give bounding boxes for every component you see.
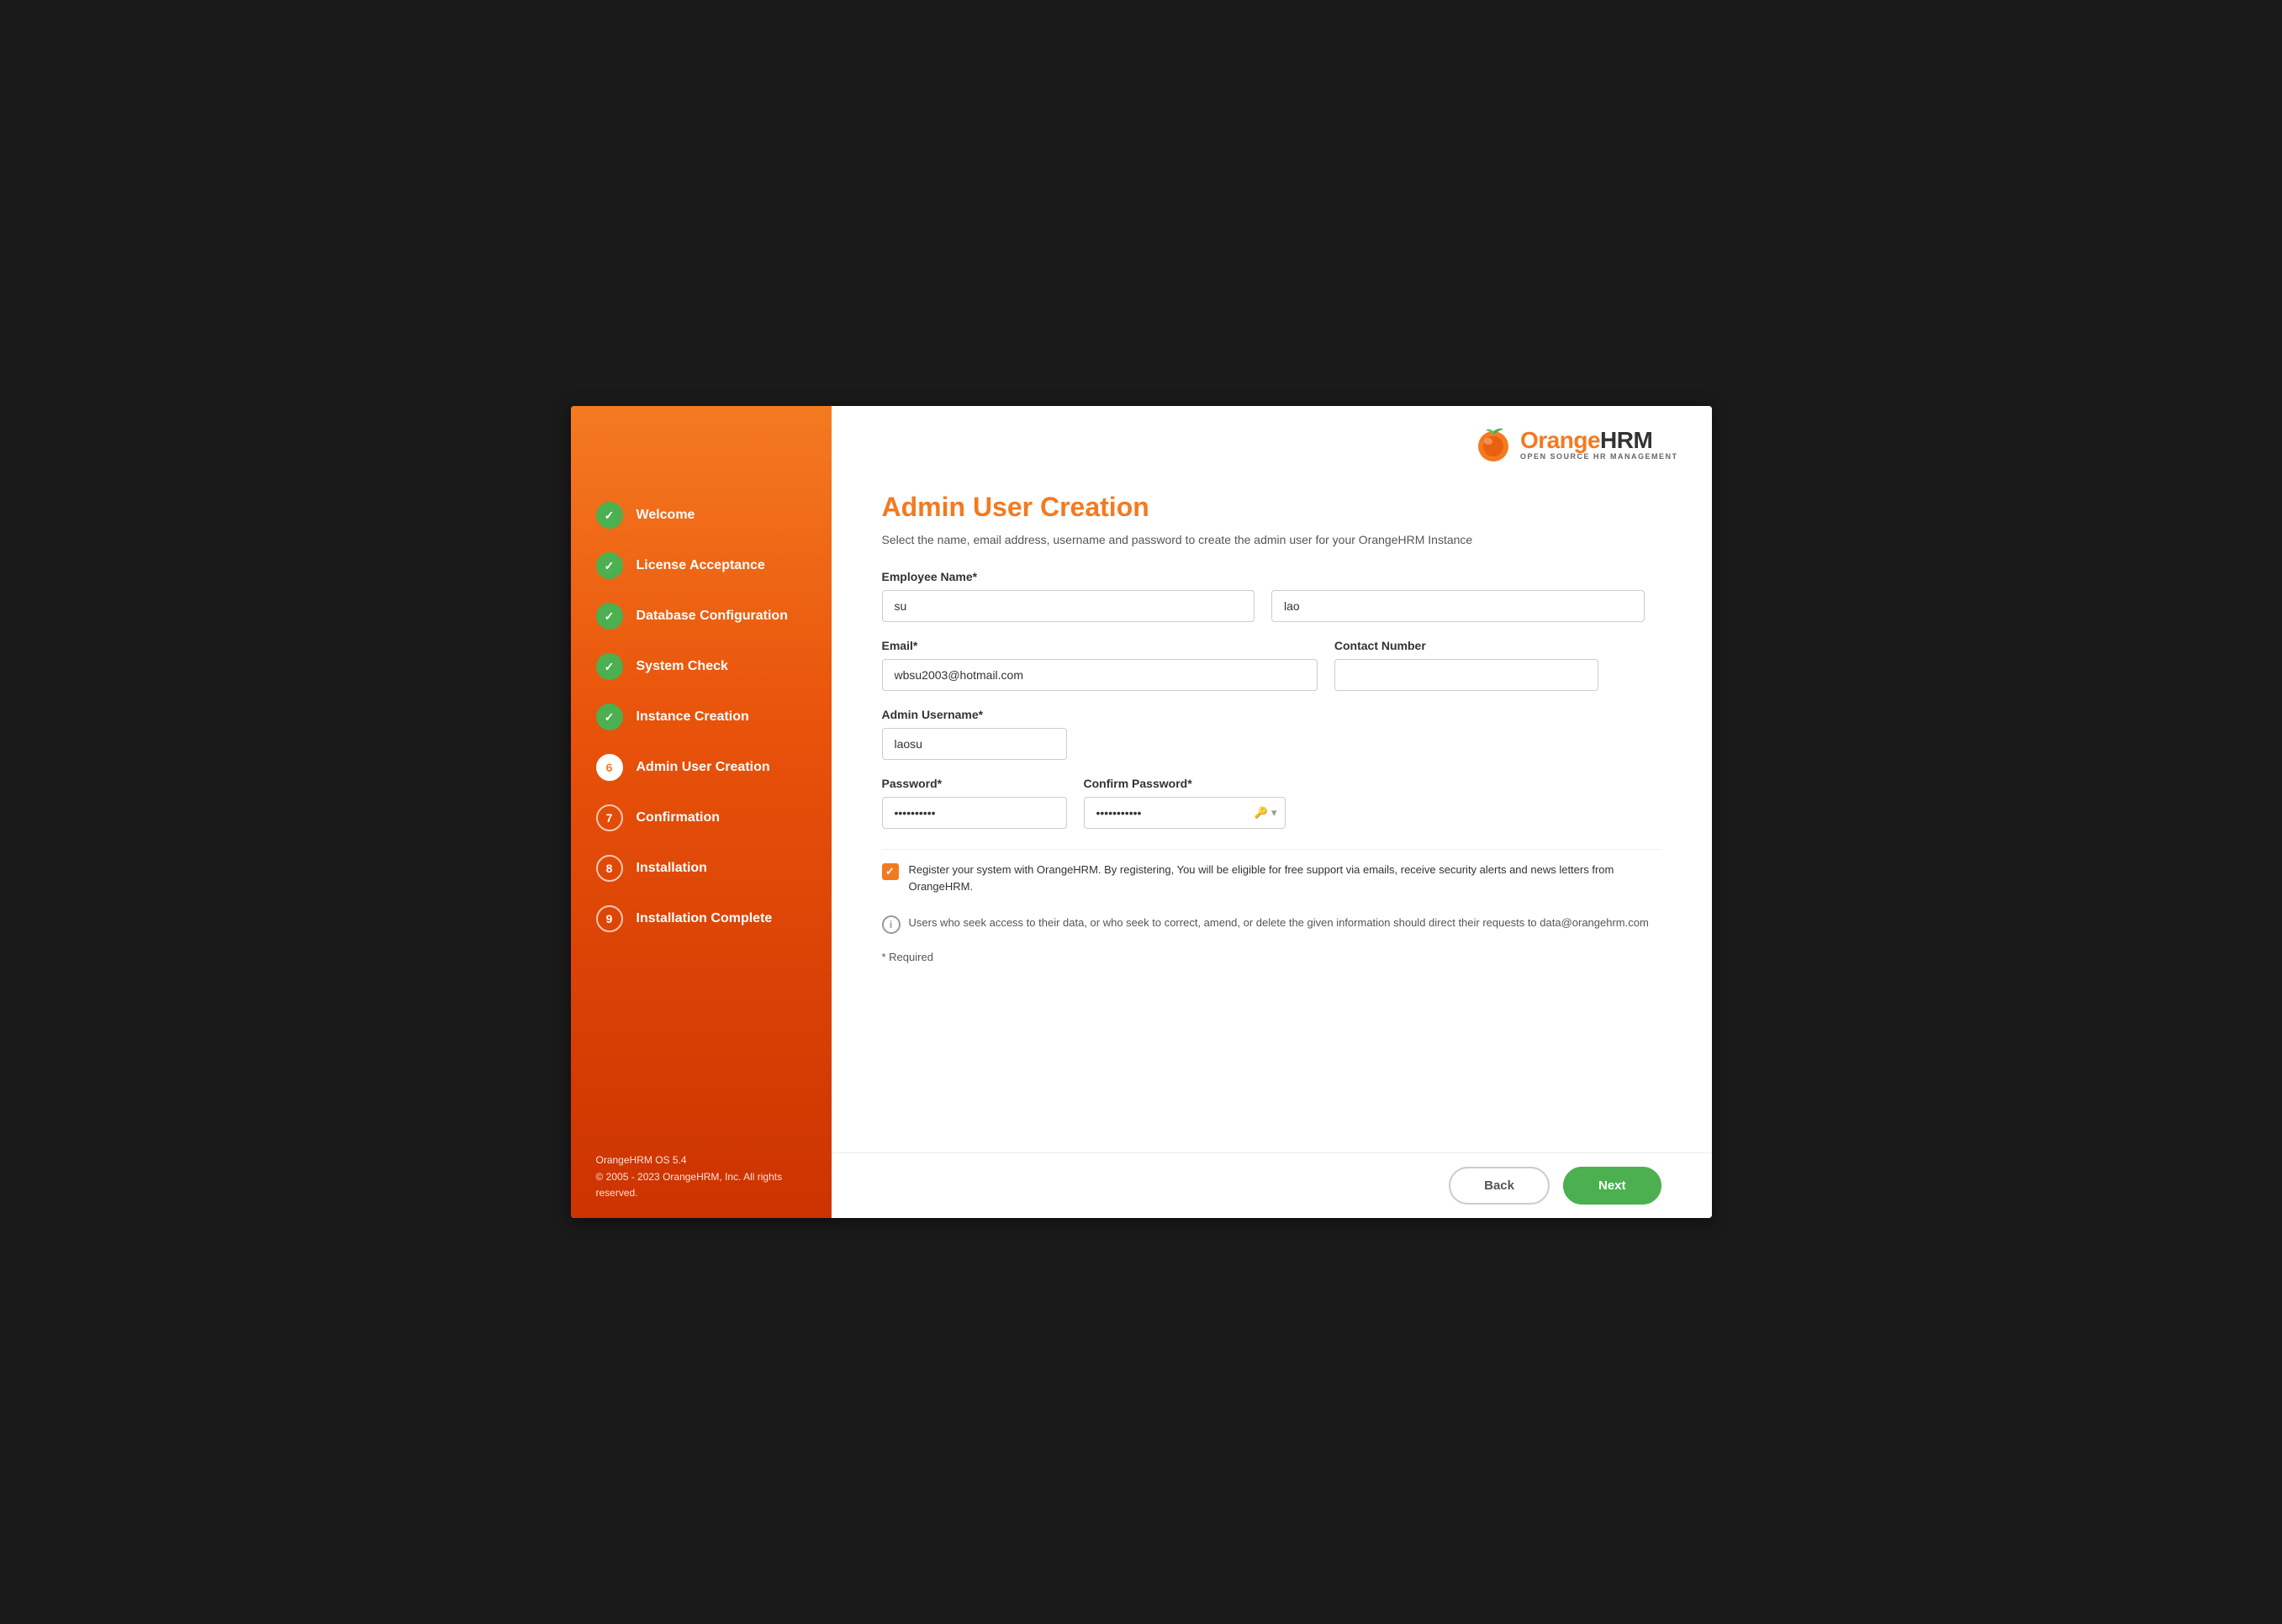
register-checkbox[interactable]: ✓ — [882, 863, 899, 880]
contact-group: Contact Number — [1334, 639, 1598, 691]
register-text: Register your system with OrangeHRM. By … — [909, 862, 1661, 894]
sidebar-step-1[interactable]: ✓ Welcome — [596, 490, 806, 540]
logo-text: OrangeHRM OPEN SOURCE HR MANAGEMENT — [1520, 429, 1678, 461]
back-button[interactable]: Back — [1449, 1167, 1550, 1205]
step-icon-2: ✓ — [596, 552, 623, 579]
logo-icon — [1471, 423, 1515, 467]
info-icon: i — [882, 915, 901, 934]
footer-actions: Back Next — [832, 1152, 1712, 1218]
step-label-9: Installation Complete — [637, 911, 773, 926]
step-label-2: License Acceptance — [637, 558, 765, 573]
sidebar: ✓ Welcome ✓ License Acceptance ✓ Database Con… — [571, 406, 832, 1218]
password-group: Password* — [882, 777, 1067, 829]
page-subtitle: Select the name, email address, username… — [882, 533, 1661, 546]
key-icon: 🔑 — [1255, 806, 1268, 820]
step-icon-8: 8 — [596, 855, 623, 882]
sidebar-step-4[interactable]: ✓ System Check — [596, 641, 806, 692]
sidebar-step-3[interactable]: ✓ Database Configuration — [596, 591, 806, 641]
password-label: Password* — [882, 777, 1067, 790]
sidebar-step-2[interactable]: ✓ License Acceptance — [596, 540, 806, 591]
page-title: Admin User Creation — [882, 492, 1661, 523]
first-name-input[interactable] — [882, 590, 1255, 622]
step-label-4: System Check — [637, 659, 728, 674]
logo: OrangeHRM OPEN SOURCE HR MANAGEMENT — [1471, 423, 1678, 467]
employee-name-label: Employee Name* — [882, 570, 1661, 583]
step-label-3: Database Configuration — [637, 609, 788, 624]
contact-input[interactable] — [1334, 659, 1598, 691]
step-label-6: Admin User Creation — [637, 760, 770, 775]
step-icon-7: 7 — [596, 804, 623, 831]
last-name-input[interactable] — [1271, 590, 1645, 622]
sidebar-step-7: 7 Confirmation — [596, 793, 806, 843]
employee-name-row — [882, 590, 1661, 622]
footer-line1: OrangeHRM OS 5.4 — [596, 1152, 806, 1168]
step-icon-9: 9 — [596, 905, 623, 932]
email-label: Email* — [882, 639, 1318, 652]
step-label-1: Welcome — [637, 508, 695, 523]
confirm-password-label: Confirm Password* — [1084, 777, 1286, 790]
confirm-password-wrapper: 🔑 ▾ — [1084, 797, 1286, 829]
required-note: * Required — [882, 951, 1661, 963]
logo-orange-part: Orange — [1520, 427, 1600, 453]
step-label-5: Instance Creation — [637, 709, 749, 725]
sidebar-step-5[interactable]: ✓ Instance Creation — [596, 692, 806, 742]
password-row: Password* Confirm Password* 🔑 ▾ — [882, 777, 1661, 829]
sidebar-footer: OrangeHRM OS 5.4 © 2005 - 2023 OrangeHRM… — [571, 1136, 832, 1218]
step-icon-4: ✓ — [596, 653, 623, 680]
check-icon: ✓ — [885, 865, 895, 878]
logo-subtitle: OPEN SOURCE HR MANAGEMENT — [1520, 452, 1678, 461]
header: OrangeHRM OPEN SOURCE HR MANAGEMENT — [832, 406, 1712, 475]
step-icon-6: 6 — [596, 754, 623, 781]
username-group: Admin Username* — [882, 708, 1661, 760]
sidebar-steps: ✓ Welcome ✓ License Acceptance ✓ Database Con… — [571, 406, 832, 1136]
sidebar-step-6[interactable]: 6 Admin User Creation — [596, 742, 806, 793]
step-label-8: Installation — [637, 861, 707, 876]
password-input[interactable] — [882, 797, 1067, 829]
email-group: Email* — [882, 639, 1318, 691]
username-label: Admin Username* — [882, 708, 1661, 721]
info-text: Users who seek access to their data, or … — [909, 915, 1649, 931]
step-label-7: Confirmation — [637, 810, 721, 825]
sidebar-step-9: 9 Installation Complete — [596, 894, 806, 944]
contact-label: Contact Number — [1334, 639, 1598, 652]
main-content: OrangeHRM OPEN SOURCE HR MANAGEMENT Admi… — [832, 406, 1712, 1218]
step-icon-5: ✓ — [596, 704, 623, 730]
footer-line2: © 2005 - 2023 OrangeHRM, Inc. All rights… — [596, 1169, 806, 1201]
logo-dark-part: HRM — [1600, 427, 1652, 453]
step-icon-1: ✓ — [596, 502, 623, 529]
confirm-password-group: Confirm Password* 🔑 ▾ — [1084, 777, 1286, 829]
next-button[interactable]: Next — [1563, 1167, 1661, 1205]
username-input[interactable] — [882, 728, 1067, 760]
register-checkbox-section: ✓ Register your system with OrangeHRM. B… — [882, 849, 1661, 906]
email-input[interactable] — [882, 659, 1318, 691]
chevron-down-icon: ▾ — [1271, 806, 1277, 820]
sidebar-step-8: 8 Installation — [596, 843, 806, 894]
step-icon-3: ✓ — [596, 603, 623, 630]
info-section: i Users who seek access to their data, o… — [882, 906, 1661, 942]
password-toggle-icons[interactable]: 🔑 ▾ — [1255, 806, 1277, 820]
content-area: Admin User Creation Select the name, ema… — [832, 475, 1712, 1152]
email-contact-row: Email* Contact Number — [882, 639, 1661, 691]
